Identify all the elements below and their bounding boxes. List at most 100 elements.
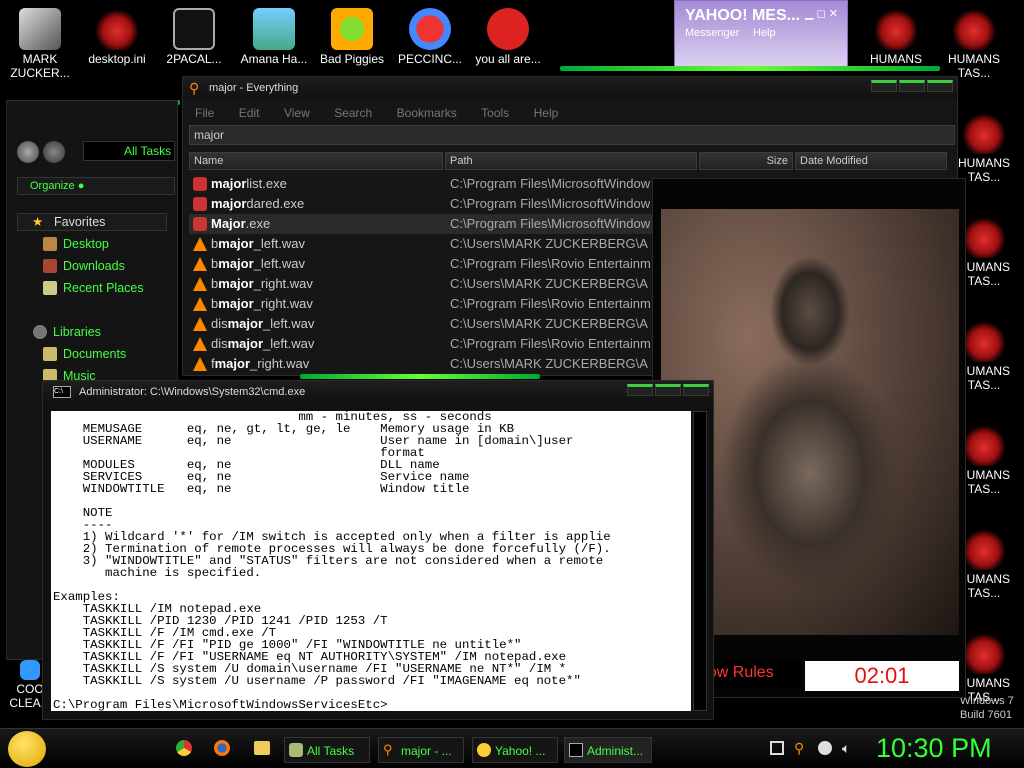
clock[interactable]: 10:30 PM [876, 733, 992, 764]
volume-icon[interactable]: 🔈︎ [842, 741, 856, 755]
desktop: MARK ZUCKER... desktop.ini 2PACAL... Ama… [0, 0, 1024, 728]
desktop-icon-label: you all are... [475, 52, 541, 66]
name-part: .exe [245, 216, 271, 231]
name-part: list.exe [246, 176, 287, 191]
search-input[interactable]: major [189, 125, 955, 145]
taskbar-button-everything[interactable]: ⚲ major - ... [378, 737, 464, 763]
result-name: bmajor_left.wav [211, 254, 305, 274]
result-path: C:\Program Files\Rovio Entertainm [450, 256, 651, 271]
desktop-icon [43, 237, 57, 251]
desktop-icon-2pacal[interactable]: 2PACAL... [154, 8, 234, 66]
yahoo-minimize-button[interactable]: ▁ ◻ ✕ [805, 7, 845, 20]
name-part: _right.wav [250, 356, 310, 371]
close-button[interactable] [683, 384, 709, 396]
menu-bookmarks[interactable]: Bookmarks [397, 106, 457, 120]
name-part: dis [211, 336, 228, 351]
taskbar-label: All Tasks [307, 744, 355, 758]
desktop-icon-bad-piggies[interactable]: Bad Piggies [312, 8, 392, 66]
search-tray-icon[interactable]: ⚲ [794, 741, 808, 755]
nav-label: Libraries [53, 325, 101, 339]
desktop-icon-label: MARK ZUCKER... [10, 52, 70, 80]
start-button[interactable] [8, 731, 46, 767]
taskbar-button-all-tasks[interactable]: All Tasks [284, 737, 370, 763]
match-highlight: major [211, 196, 247, 211]
folder-user-icon [19, 8, 61, 50]
close-button[interactable] [927, 80, 953, 92]
menu-tools[interactable]: Tools [481, 106, 509, 120]
nav-label: Documents [63, 347, 127, 361]
firefox-icon[interactable] [214, 740, 230, 756]
yahoo-messenger-menu[interactable]: Messenger [685, 27, 739, 39]
desktop-icon-label: HUMANS [869, 52, 922, 66]
desktop-icon-label: 2PACAL... [166, 52, 222, 66]
vlc-cone-icon [193, 317, 207, 331]
everything-titlebar[interactable]: ⚲ major - Everything [183, 77, 957, 99]
menu-view[interactable]: View [284, 106, 310, 120]
nav-recent-places[interactable]: Recent Places [43, 281, 144, 295]
nav-libraries[interactable]: Libraries [33, 325, 101, 339]
match-highlight: major [211, 176, 247, 191]
devil-icon [963, 320, 1005, 362]
folder-icon[interactable] [254, 741, 270, 755]
result-path: C:\Users\MARK ZUCKERBERG\A [450, 356, 648, 371]
maximize-button[interactable] [899, 80, 925, 92]
name-part: dis [211, 316, 228, 331]
favorites-header[interactable]: ★ Favorites [17, 213, 167, 231]
organize-button[interactable]: Organize ● [17, 177, 175, 195]
scrollbar[interactable] [693, 411, 707, 711]
menu-file[interactable]: File [195, 106, 214, 120]
desktop-icon-mark-zuckerberg[interactable]: MARK ZUCKER... [0, 8, 80, 80]
cmd-icon [569, 743, 583, 757]
yahoo-tray-icon[interactable] [818, 741, 832, 755]
vlc-cone-icon [193, 357, 207, 371]
desktop-icon-label: desktop.ini [88, 52, 146, 66]
result-name: bmajor_left.wav [211, 234, 305, 254]
menu-help[interactable]: Help [534, 106, 559, 120]
yahoo-messenger-window[interactable]: YAHOO! MES... ▁ ◻ ✕ Messenger Help [674, 0, 848, 70]
taskbar-label: Yahoo! ... [495, 744, 546, 758]
vlc-cone-icon [193, 297, 207, 311]
menu-edit[interactable]: Edit [239, 106, 260, 120]
address-bar[interactable]: All Tasks [83, 141, 175, 161]
minimize-button[interactable] [871, 80, 897, 92]
desktop-icon-humans[interactable]: HUMANS [856, 8, 936, 66]
taskbar-label: Administ... [587, 744, 644, 758]
column-size[interactable]: Size [699, 152, 793, 170]
column-path[interactable]: Path [445, 152, 697, 170]
minimize-button[interactable] [627, 384, 653, 396]
nav-documents[interactable]: Documents [43, 347, 127, 361]
devil-icon [953, 8, 995, 50]
devil-icon [963, 528, 1005, 570]
nav-label: Recent Places [63, 281, 144, 295]
chrome-icon[interactable] [176, 740, 192, 756]
column-name[interactable]: Name [189, 152, 443, 170]
desktop-icon-humans-tasks[interactable]: HUMANS TAS... [934, 8, 1014, 80]
result-path: C:\Users\MARK ZUCKERBERG\A [450, 236, 648, 251]
network-icon[interactable] [770, 741, 784, 755]
desktop-icon-desktop-ini[interactable]: desktop.ini [77, 8, 157, 66]
taskbar-button-cmd[interactable]: Administ... [564, 737, 652, 763]
yahoo-smiley-icon [477, 743, 491, 757]
maximize-button[interactable] [655, 384, 681, 396]
desktop-icon-peccinc[interactable]: PECCINC... [390, 8, 470, 66]
yahoo-help-menu[interactable]: Help [753, 27, 776, 39]
column-date-modified[interactable]: Date Modified [795, 152, 947, 170]
back-button[interactable] [17, 141, 39, 163]
vlc-cone-icon [193, 337, 207, 351]
search-icon: ⚲ [383, 742, 393, 757]
cmd-window[interactable]: C:\ Administrator: C:\Windows\System32\c… [42, 380, 714, 720]
desktop-icon-devcpp[interactable]: you all are... [468, 8, 548, 66]
exe-devil-icon [193, 217, 207, 231]
menu-bar: File Edit View Search Bookmarks Tools He… [195, 104, 578, 122]
forward-button[interactable] [43, 141, 65, 163]
nav-downloads[interactable]: Downloads [43, 259, 125, 273]
organize-label: Organize [30, 180, 75, 192]
taskbar-button-yahoo[interactable]: Yahoo! ... [472, 737, 558, 763]
console-output[interactable]: mm - minutes, ss - seconds MEMUSAGE eq, … [51, 411, 691, 711]
menu-search[interactable]: Search [334, 106, 372, 120]
nav-label: Desktop [63, 237, 109, 251]
desktop-icon-amana[interactable]: Amana Ha... [234, 8, 314, 66]
name-part: dared.exe [246, 196, 305, 211]
nav-desktop[interactable]: Desktop [43, 237, 109, 251]
cmd-titlebar[interactable]: C:\ Administrator: C:\Windows\System32\c… [43, 381, 713, 403]
